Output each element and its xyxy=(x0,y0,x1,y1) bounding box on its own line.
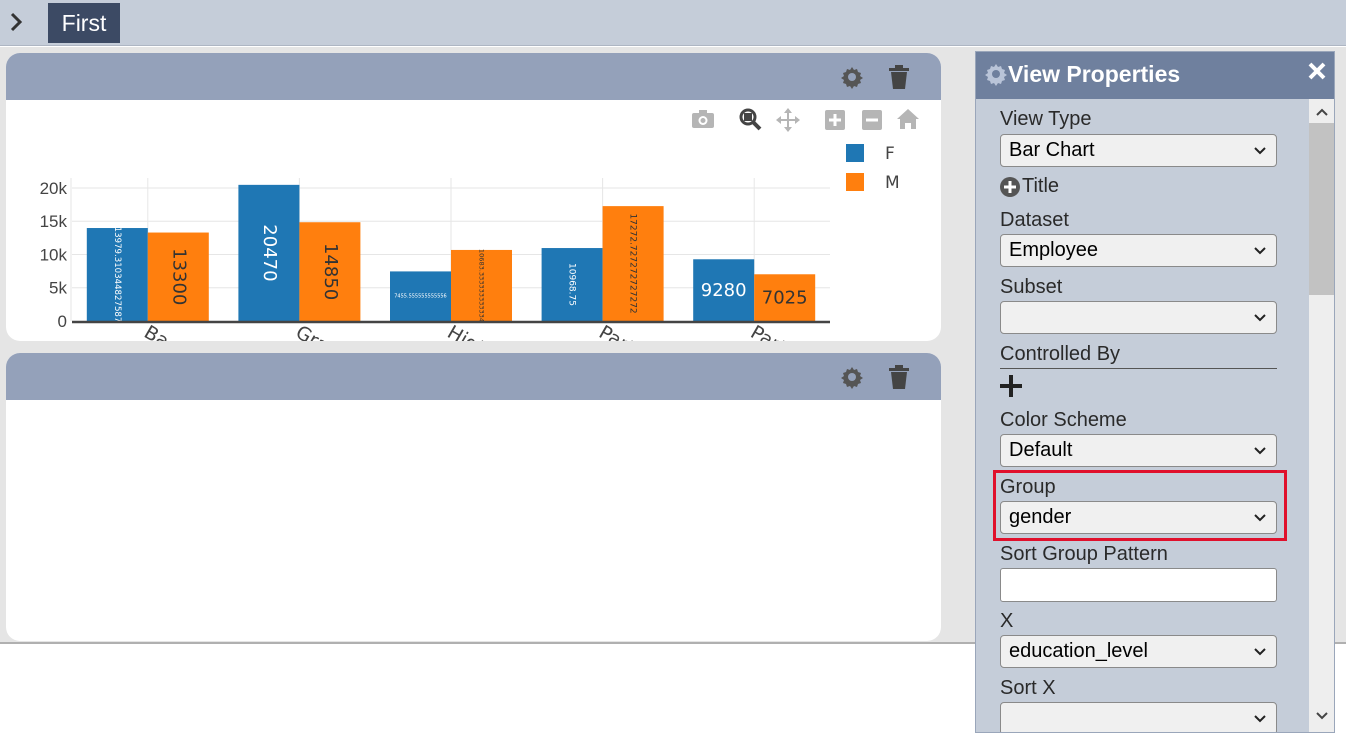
y-tick-label: 20k xyxy=(40,179,68,198)
x-value: education_level xyxy=(1009,640,1148,662)
view-properties-panel: View Properties View Type Bar Chart Titl… xyxy=(975,51,1335,733)
group-select[interactable]: gender xyxy=(1000,501,1277,534)
y-tick-label: 0 xyxy=(58,312,67,331)
controlled-by-label: Controlled By xyxy=(1000,343,1121,365)
x-tick-label: Partial High xyxy=(747,321,853,341)
scroll-down-icon[interactable] xyxy=(1309,705,1334,727)
view-type-label: View Type xyxy=(1000,108,1092,130)
chart-area: 0 5k 10k 15k 20k 13979.310344827587 13300 Bache… xyxy=(6,100,941,341)
legend-swatch-m xyxy=(846,173,864,191)
chevron-down-icon xyxy=(1254,648,1266,656)
add-controller-icon[interactable] xyxy=(1000,375,1022,397)
panel-header xyxy=(6,53,941,100)
color-scheme-label: Color Scheme xyxy=(1000,409,1127,431)
chevron-right-icon[interactable] xyxy=(4,10,28,34)
pan-icon[interactable] xyxy=(776,108,800,132)
view-properties-header: View Properties xyxy=(976,52,1334,99)
view-type-value: Bar Chart xyxy=(1009,139,1095,161)
dataset-select[interactable]: Employee xyxy=(1000,234,1277,267)
tab-first[interactable]: First xyxy=(48,3,120,43)
bar-value-label: 14850 xyxy=(320,243,341,300)
color-scheme-select[interactable]: Default xyxy=(1000,434,1277,467)
scroll-thumb[interactable] xyxy=(1309,123,1334,295)
group-label: Group xyxy=(1000,476,1056,498)
bar-value-label: 20470 xyxy=(259,224,280,281)
chevron-down-icon xyxy=(1254,247,1266,255)
legend-label-m: M xyxy=(885,173,900,193)
properties-scrollbar[interactable] xyxy=(1309,99,1334,732)
legend-swatch-f xyxy=(846,144,864,162)
color-scheme-value: Default xyxy=(1009,439,1073,461)
view-properties-title: View Properties xyxy=(1008,61,1181,87)
sort-x-select[interactable] xyxy=(1000,702,1277,732)
zoom-in-icon[interactable] xyxy=(825,110,845,130)
chevron-down-icon xyxy=(1254,147,1266,155)
gear-icon xyxy=(985,64,1007,86)
sort-group-pattern-label: Sort Group Pattern xyxy=(1000,543,1168,565)
controlled-by-divider xyxy=(1000,368,1277,369)
chevron-down-icon xyxy=(1254,447,1266,455)
dataset-label: Dataset xyxy=(1000,209,1069,231)
x-select[interactable]: education_level xyxy=(1000,635,1277,668)
x-tick-label: Partial Coll xyxy=(595,321,694,341)
legend-label-f: F xyxy=(885,144,895,164)
sort-group-pattern-input[interactable] xyxy=(1000,568,1277,602)
panel-header xyxy=(6,353,941,400)
y-tick-label: 5k xyxy=(49,279,67,298)
properties-form: View Type Bar Chart Title Dataset Employ… xyxy=(976,99,1308,732)
x-tick-label: Graduate D xyxy=(292,321,398,341)
chevron-down-icon xyxy=(1254,314,1266,322)
x-tick-label: High Scho xyxy=(444,321,538,341)
bar-value-label: 17272.727272727272 xyxy=(628,213,638,313)
camera-icon[interactable] xyxy=(692,110,714,128)
bar-value-label: 13979.310344827587 xyxy=(112,227,122,323)
subset-select[interactable] xyxy=(1000,301,1277,334)
scroll-up-icon[interactable] xyxy=(1309,101,1334,123)
home-icon[interactable] xyxy=(897,109,919,129)
y-tick-label: 10k xyxy=(40,245,68,264)
bar-value-label: 10968.75 xyxy=(567,263,577,306)
close-icon[interactable] xyxy=(1306,60,1328,82)
modebar xyxy=(692,108,919,132)
bar-value-label: 7455.555555555556 xyxy=(394,294,447,300)
y-tick-label: 15k xyxy=(40,212,68,231)
bar-value-label: 7025 xyxy=(762,288,808,309)
chevron-down-icon xyxy=(1254,514,1266,522)
zoom-out-icon[interactable] xyxy=(862,110,882,130)
dataset-value: Employee xyxy=(1009,239,1098,261)
chevron-down-icon xyxy=(1254,715,1266,723)
view-type-select[interactable]: Bar Chart xyxy=(1000,134,1277,167)
bar-value-label: 13300 xyxy=(168,248,189,305)
trash-icon[interactable] xyxy=(886,64,912,90)
bar-chart: 0 5k 10k 15k 20k 13979.310344827587 13300 Bache… xyxy=(40,108,919,341)
trash-icon[interactable] xyxy=(886,364,912,390)
empty-panel xyxy=(6,353,941,641)
gear-icon[interactable] xyxy=(839,64,865,90)
subset-label: Subset xyxy=(1000,276,1063,298)
gear-icon[interactable] xyxy=(839,364,865,390)
x-label: X xyxy=(1000,610,1014,632)
bar-value-label: 10683.333333333334 xyxy=(478,249,486,322)
x-tick-label: Bachelors D xyxy=(140,321,250,341)
plus-circle-icon xyxy=(1000,177,1020,197)
zoom-icon[interactable] xyxy=(739,108,762,131)
sort-x-label: Sort X xyxy=(1000,677,1056,699)
title-label: Title xyxy=(1022,175,1060,197)
chart-panel: 0 5k 10k 15k 20k 13979.310344827587 13300 Bache… xyxy=(6,53,941,341)
top-bar: First xyxy=(0,0,1346,46)
group-value: gender xyxy=(1009,506,1072,528)
bar-value-label: 9280 xyxy=(701,280,747,301)
